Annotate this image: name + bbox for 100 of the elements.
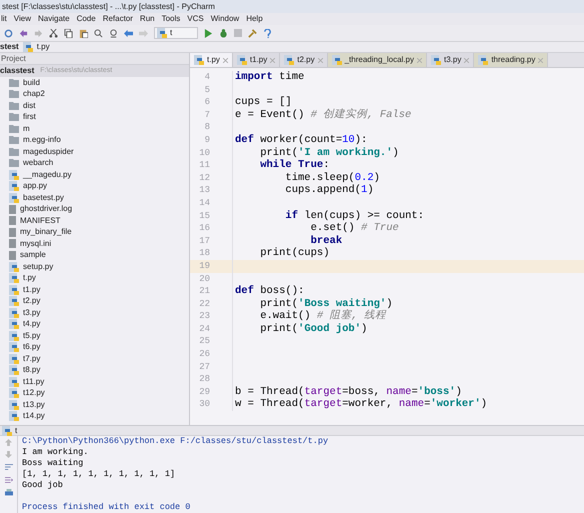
code-line: break — [310, 234, 342, 247]
line-number: 24 — [198, 322, 210, 336]
tree-item[interactable]: chap2 — [0, 88, 189, 100]
tree-item[interactable]: MANIFEST — [0, 215, 189, 226]
code-line: cups = [] — [234, 96, 292, 109]
tree-item[interactable]: ghostdriver.log — [0, 204, 189, 215]
run-config-dropdown[interactable]: t — [154, 27, 198, 39]
tree-item[interactable]: webarch — [0, 158, 189, 169]
menu-item[interactable]: Window — [210, 13, 240, 25]
editor-tab[interactable]: _threading_local.py — [328, 53, 427, 67]
menu-item[interactable]: Code — [76, 13, 96, 25]
breadcrumb-item[interactable]: t.py — [36, 41, 50, 53]
code-line: cups.append(1) — [284, 184, 374, 197]
copy-icon[interactable] — [64, 28, 73, 38]
line-number: 6 — [204, 96, 210, 109]
line-number: 10 — [198, 146, 210, 160]
menu-item[interactable]: Refactor — [102, 13, 133, 25]
cut-icon[interactable] — [49, 28, 58, 38]
menu-item[interactable]: VCS — [187, 13, 204, 25]
menu-item[interactable]: Run — [140, 13, 155, 25]
python-file-icon — [9, 319, 19, 330]
tree-root[interactable]: classtest — [0, 65, 34, 77]
line-number: 27 — [198, 360, 210, 374]
code-line: e.wait() # 阻塞, 线程 — [259, 310, 386, 323]
scroll-end-icon[interactable] — [4, 476, 12, 484]
line-number: 19 — [198, 260, 210, 272]
tree-item[interactable]: app.py — [0, 180, 189, 192]
python-file-icon — [9, 330, 19, 341]
python-file-icon — [9, 388, 19, 398]
tree-item[interactable]: mageduspider — [0, 146, 189, 158]
console-line: Good job — [22, 480, 64, 491]
menu-item[interactable]: View — [14, 13, 31, 25]
undo-icon[interactable] — [19, 28, 28, 38]
tree-item[interactable]: m.egg-info — [0, 134, 189, 146]
wrap-icon[interactable] — [4, 463, 12, 471]
editor-tab[interactable]: t3.py — [426, 53, 474, 67]
tree-item[interactable]: m — [0, 123, 189, 134]
tree-item[interactable]: t11.py — [0, 376, 189, 388]
menu-item[interactable]: Navigate — [38, 13, 70, 25]
tree-item[interactable]: t12.py — [0, 388, 189, 399]
tree-item[interactable]: __magedu.py — [0, 169, 189, 180]
tree-item[interactable]: t.py — [0, 272, 189, 284]
help-icon[interactable] — [263, 28, 272, 38]
wrench-icon[interactable] — [248, 28, 257, 38]
python-file-icon — [9, 354, 19, 364]
python-file-icon — [9, 262, 19, 272]
run-tab[interactable]: t — [15, 424, 18, 436]
code-line: w = Thread(target=worker, name='worker') — [234, 398, 488, 412]
line-number: 9 — [204, 134, 210, 147]
back-arrow-icon[interactable] — [124, 28, 133, 38]
python-file-icon — [9, 365, 19, 376]
search-icon[interactable] — [94, 28, 103, 38]
tree-item[interactable]: t7.py — [0, 353, 189, 364]
tree-item[interactable]: t4.py — [0, 318, 189, 330]
tree-item[interactable]: sample — [0, 250, 189, 261]
menu-item[interactable]: Help — [246, 13, 263, 25]
line-number: 18 — [198, 247, 210, 260]
replace-icon[interactable] — [109, 28, 118, 38]
window-title: stest [F:\classes\stu\classtest] - ...\t.py [classtest] - PyCharm — [0, 0, 584, 13]
line-number: 21 — [198, 285, 210, 298]
code-line: b = Thread(target=boss, name='boss') — [234, 386, 462, 398]
tree-item[interactable]: t5.py — [0, 330, 189, 342]
editor-tab[interactable]: threading.py — [474, 53, 548, 67]
paste-icon[interactable] — [79, 28, 88, 38]
line-number: 23 — [198, 310, 210, 323]
tree-item[interactable]: setup.py — [0, 261, 189, 272]
editor-tab[interactable]: t1.py — [232, 53, 280, 67]
tree-item[interactable]: basetest.py — [0, 192, 189, 204]
code-line: def boss(): — [234, 285, 304, 298]
breadcrumb-item[interactable]: stest — [0, 41, 19, 53]
tree-item[interactable]: t2.py — [0, 296, 189, 307]
close-icon[interactable] — [222, 58, 228, 62]
run-icon[interactable] — [204, 28, 213, 38]
code-editor[interactable] — [190, 68, 584, 425]
panel-title[interactable]: Project — [1, 52, 26, 64]
line-number: 29 — [198, 386, 210, 398]
tree-item[interactable]: t1.py — [0, 284, 189, 296]
tree-item[interactable]: my_binary_file — [0, 226, 189, 238]
python-file-icon — [22, 42, 33, 52]
tree-item[interactable]: t6.py — [0, 342, 189, 353]
menu-item[interactable]: Tools — [162, 13, 180, 25]
tree-item[interactable]: dist — [0, 100, 189, 112]
code-line: def worker(count=10): — [234, 134, 368, 147]
print-icon[interactable] — [4, 489, 12, 497]
editor-tab[interactable]: t.py — [190, 53, 233, 67]
bug-icon[interactable] — [219, 28, 228, 38]
python-file-icon — [9, 273, 19, 284]
tree-item[interactable]: t14.py — [0, 410, 189, 422]
python-file-icon — [9, 308, 19, 318]
tree-item[interactable]: t8.py — [0, 364, 189, 376]
tree-item[interactable]: first — [0, 112, 189, 123]
editor-tab[interactable]: t2.py — [280, 53, 328, 67]
console-line: Boss waiting — [22, 458, 84, 469]
tree-item[interactable]: mysql.ini — [0, 238, 189, 250]
sync-icon[interactable] — [4, 28, 13, 38]
tree-item[interactable]: t3.py — [0, 307, 189, 318]
menu-item[interactable]: lit — [1, 13, 7, 25]
tree-item[interactable]: build — [0, 77, 189, 88]
tree-item[interactable]: t13.py — [0, 399, 189, 410]
line-number: 4 — [204, 71, 210, 84]
